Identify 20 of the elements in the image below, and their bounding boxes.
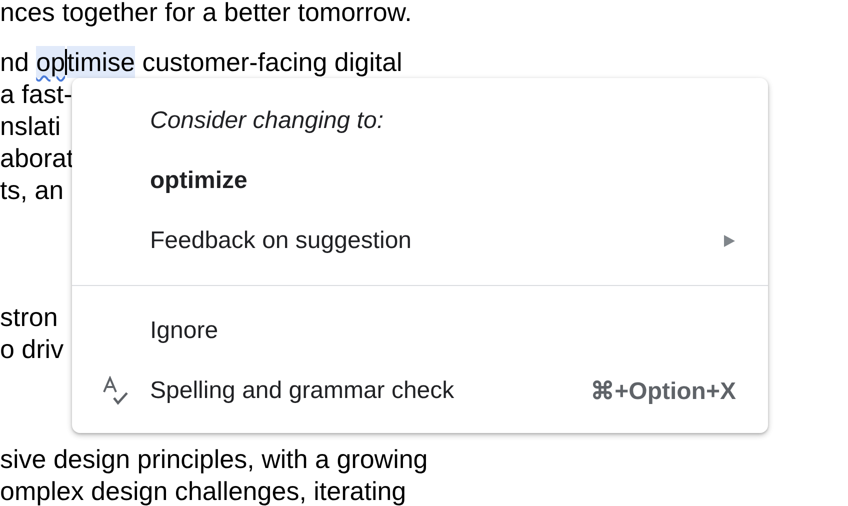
menu-heading: Consider changing to: bbox=[150, 107, 384, 135]
document-text: a fast- bbox=[0, 78, 72, 110]
document-text: customer-facing digital bbox=[141, 46, 402, 78]
document-text: timise bbox=[67, 46, 135, 78]
spellcheck-icon bbox=[102, 376, 130, 406]
document-text: nces together for a better tomorrow. bbox=[0, 0, 412, 28]
submenu-arrow-icon bbox=[722, 234, 736, 248]
document-text: sive design principles, with a growing bbox=[0, 443, 428, 475]
document-text: stron bbox=[0, 301, 58, 333]
menu-item[interactable]: Spelling and grammar check ⌘+Option+X bbox=[72, 361, 768, 421]
misspelled-word: op bbox=[36, 46, 66, 78]
document-text: nd bbox=[0, 46, 30, 78]
document-text: ts, an bbox=[0, 174, 64, 206]
document-text: o driv bbox=[0, 333, 64, 365]
document-text: aborat bbox=[0, 142, 74, 174]
menu-item[interactable]: Feedback on suggestion bbox=[72, 211, 768, 271]
document-text: nslati bbox=[0, 110, 61, 142]
document-text: omplex design challenges, iterating bbox=[0, 475, 406, 506]
menu-item[interactable]: Ignore bbox=[72, 301, 768, 361]
suggestion-item[interactable]: optimize bbox=[72, 151, 768, 211]
